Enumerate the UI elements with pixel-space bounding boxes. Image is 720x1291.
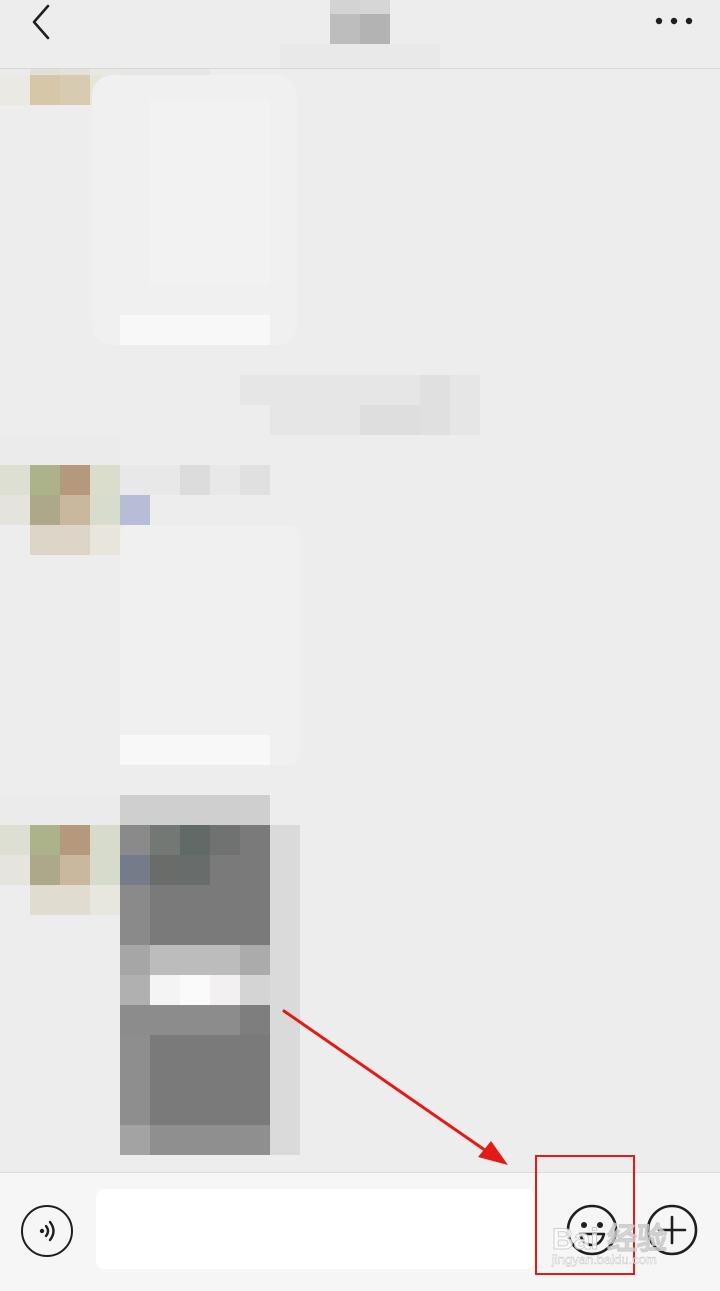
image-message-redacted[interactable]	[120, 795, 300, 1155]
more-options-button[interactable]	[650, 6, 698, 38]
plus-circle-icon	[646, 1204, 698, 1256]
chevron-left-icon	[32, 4, 50, 40]
message-input[interactable]	[96, 1189, 534, 1269]
top-nav-bar	[0, 0, 720, 69]
message-bubble-redacted	[120, 525, 300, 765]
input-toolbar	[0, 1172, 720, 1291]
avatar	[0, 795, 120, 915]
voice-input-button[interactable]	[21, 1205, 73, 1257]
chat-screen: Bai 经验 jingyan.baidu.com	[0, 0, 720, 1291]
chat-title-redacted	[330, 0, 390, 44]
avatar	[0, 435, 120, 555]
back-button[interactable]	[18, 0, 66, 44]
more-horizontal-icon	[655, 17, 693, 25]
voice-wave-icon	[39, 1220, 55, 1242]
smiley-icon	[566, 1204, 618, 1256]
more-functions-button[interactable]	[645, 1203, 699, 1257]
redacted-subtitle	[280, 44, 440, 68]
message-list[interactable]	[0, 69, 720, 1172]
emoji-button[interactable]	[565, 1203, 619, 1257]
